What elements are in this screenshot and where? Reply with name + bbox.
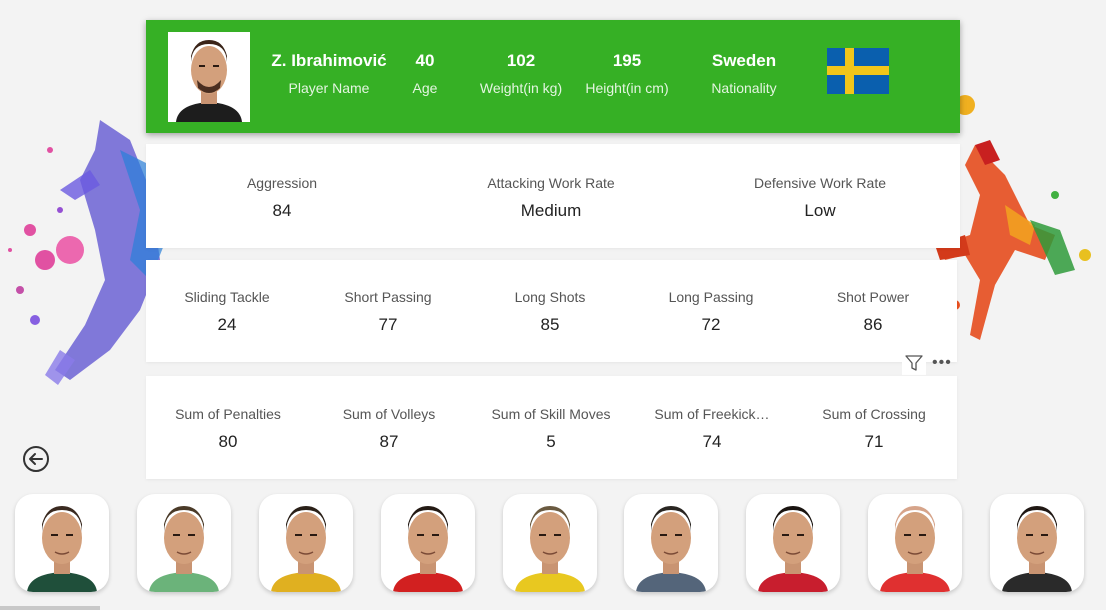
stat-short-passing: Short Passing 77	[318, 288, 458, 335]
stat-label: Long Shots	[514, 289, 586, 305]
height-value: 195	[612, 51, 642, 70]
stat-label: Sum of Crossing	[822, 406, 926, 422]
stat-label: Sum of Skill Moves	[491, 406, 611, 422]
stat-sum-skill-moves: Sum of Skill Moves 5	[481, 405, 621, 452]
stat-label: Defensive Work Rate	[753, 175, 886, 191]
stat-label: Sum of Volleys	[342, 406, 436, 422]
stat-attacking-work-rate: Attacking Work Rate Medium	[461, 174, 641, 221]
stat-value: 80	[218, 432, 238, 451]
height-stat: 195 Height(in cm)	[579, 51, 675, 97]
stat-sum-volleys: Sum of Volleys 87	[319, 405, 459, 452]
player-name: Z. Ibrahimović	[271, 51, 387, 70]
age-label: Age	[412, 80, 438, 96]
stat-value: 77	[378, 315, 398, 334]
stat-sum-penalties: Sum of Penalties 80	[158, 405, 298, 452]
stat-label: Sliding Tackle	[184, 289, 270, 305]
stat-label: Short Passing	[344, 289, 432, 305]
stat-sum-freekick: Sum of Freekick… 74	[642, 405, 782, 452]
player-face-image	[515, 506, 585, 592]
player-thumbnail[interactable]	[746, 494, 840, 592]
stat-value: 85	[540, 315, 560, 334]
player-thumbnail[interactable]	[503, 494, 597, 592]
stat-defensive-work-rate: Defensive Work Rate Low	[730, 174, 910, 221]
stat-label: Aggression	[246, 175, 318, 191]
nationality-value: Sweden	[711, 51, 777, 70]
player-face-image	[149, 506, 219, 592]
stat-value: 5	[546, 432, 556, 451]
filter-icon[interactable]	[902, 351, 926, 375]
stat-aggression: Aggression 84	[192, 174, 372, 221]
back-arrow-icon[interactable]	[20, 443, 52, 475]
stat-sum-crossing: Sum of Crossing 71	[804, 405, 944, 452]
player-thumbnail[interactable]	[990, 494, 1084, 592]
sweden-flag-icon	[827, 48, 889, 94]
player-face-image	[27, 506, 97, 592]
weight-stat: 102 Weight(in kg)	[474, 51, 568, 97]
stat-shot-power: Shot Power 86	[803, 288, 943, 335]
player-face-image	[880, 506, 950, 592]
age-stat: 40 Age	[400, 51, 450, 97]
stat-long-shots: Long Shots 85	[480, 288, 620, 335]
work-rate-card: Aggression 84 Attacking Work Rate Medium…	[146, 144, 960, 248]
stat-value: 71	[864, 432, 884, 451]
stat-value: 24	[217, 315, 237, 334]
sum-stats-card: Sum of Penalties 80 Sum of Volleys 87 Su…	[146, 376, 957, 479]
stat-label: Attacking Work Rate	[487, 175, 615, 191]
stat-label: Long Passing	[668, 289, 754, 305]
player-face-image	[271, 506, 341, 592]
stat-value: Low	[804, 201, 836, 220]
carousel-scrollbar[interactable]	[0, 606, 100, 610]
player-photo	[168, 32, 250, 122]
player-thumbnail[interactable]	[868, 494, 962, 592]
player-thumbnail[interactable]	[137, 494, 231, 592]
player-thumbnail[interactable]	[259, 494, 353, 592]
player-face-image	[636, 506, 706, 592]
player-thumbnail[interactable]	[624, 494, 718, 592]
skill-stats-card: Sliding Tackle 24 Short Passing 77 Long …	[146, 260, 957, 362]
stat-long-passing: Long Passing 72	[641, 288, 781, 335]
player-face-image	[1002, 506, 1072, 592]
stat-value: 72	[701, 315, 721, 334]
player-header-card: Z. Ibrahimović Player Name 40 Age 102 We…	[146, 20, 960, 133]
nationality-label: Nationality	[711, 80, 777, 96]
splash-art-right	[935, 95, 1091, 340]
stat-label: Sum of Freekick…	[654, 406, 770, 422]
visual-header-toolbar: •••	[902, 351, 958, 375]
stat-value: 87	[379, 432, 399, 451]
stat-label: Sum of Penalties	[175, 406, 281, 422]
player-thumbnail[interactable]	[381, 494, 475, 592]
stat-value: 86	[863, 315, 883, 334]
height-label: Height(in cm)	[585, 80, 669, 96]
stat-value: 74	[702, 432, 722, 451]
weight-label: Weight(in kg)	[479, 80, 563, 96]
stat-value: 84	[272, 201, 292, 220]
player-face-image	[393, 506, 463, 592]
more-options-icon[interactable]: •••	[932, 355, 956, 371]
player-name-stat: Z. Ibrahimović Player Name	[267, 51, 391, 97]
stat-sliding-tackle: Sliding Tackle 24	[157, 288, 297, 335]
weight-value: 102	[506, 51, 536, 70]
age-value: 40	[415, 51, 435, 70]
nationality-stat: Sweden Nationality	[698, 51, 790, 97]
stat-value: Medium	[520, 201, 582, 220]
player-face-image	[758, 506, 828, 592]
player-thumbnail[interactable]	[15, 494, 109, 592]
player-name-label: Player Name	[288, 80, 370, 96]
player-carousel	[0, 494, 1106, 610]
stat-label: Shot Power	[836, 289, 910, 305]
